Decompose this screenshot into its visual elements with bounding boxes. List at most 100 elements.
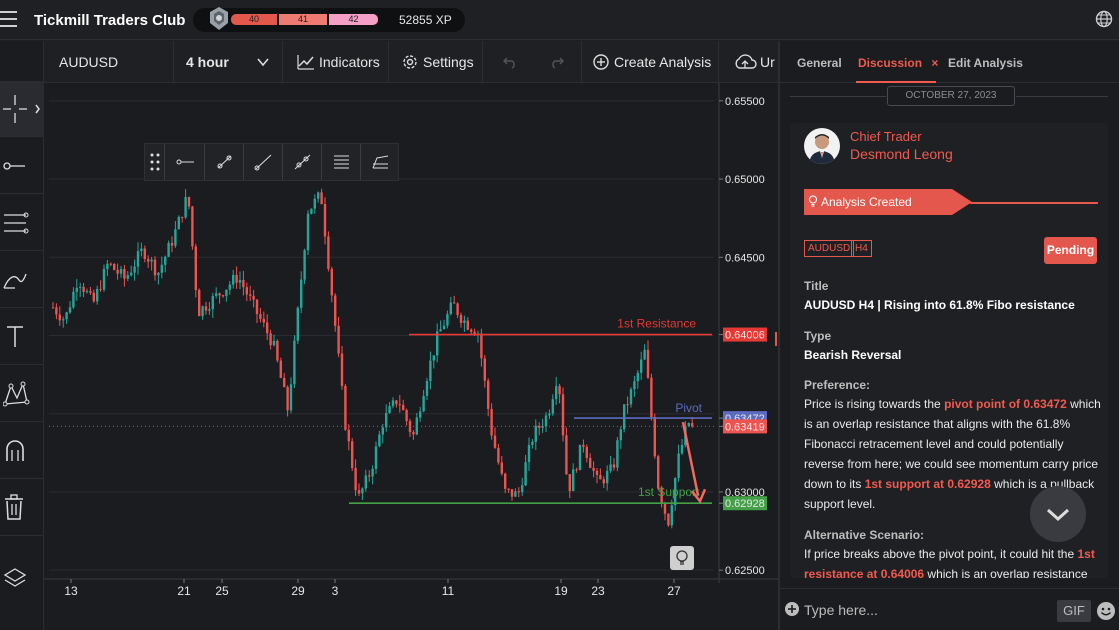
candle-body	[259, 314, 262, 319]
candle-body	[225, 289, 228, 297]
fib-tool[interactable]	[361, 144, 400, 180]
hamburger-menu-icon[interactable]	[0, 11, 18, 27]
author-role: Chief Trader	[850, 129, 922, 144]
candle-body	[650, 377, 653, 418]
horizontal-ray-tool[interactable]	[166, 144, 205, 180]
candle-body	[357, 490, 361, 494]
price-axis-label: 0.63419	[725, 421, 765, 433]
candle-body	[606, 470, 609, 484]
globe-icon[interactable]	[1095, 10, 1113, 28]
candle-body	[147, 258, 150, 262]
panel-tabs: General Discussion × Edit Analysis	[780, 41, 1119, 83]
candle-body	[245, 287, 248, 295]
magnet-tool[interactable]	[0, 423, 44, 479]
floating-line-toolbar	[144, 143, 399, 181]
layers-tool[interactable]	[0, 551, 44, 607]
author-name[interactable]: Desmond Leong	[850, 146, 953, 162]
crosshair-tool[interactable]	[0, 81, 44, 137]
support-annotation: 1st Support	[638, 485, 700, 499]
extended-line-tool[interactable]	[283, 144, 322, 180]
candle-body	[194, 246, 197, 291]
lightbulb-icon	[808, 195, 818, 207]
indicators-button[interactable]: Indicators	[284, 41, 389, 83]
title-value: AUDUSD H4 | Rising into 61.8% Fibo resis…	[804, 298, 1075, 312]
symbol-selector[interactable]: AUDUSD	[44, 41, 174, 83]
upload-button[interactable]: Ur	[720, 41, 780, 83]
scroll-down-button[interactable]	[1030, 486, 1086, 542]
candle-body	[493, 435, 497, 448]
idea-button[interactable]	[670, 546, 694, 570]
candle-body	[232, 274, 235, 285]
undo-redo-group	[484, 41, 582, 83]
candle-body	[337, 325, 340, 354]
message-input-bar: GIF	[780, 588, 1119, 630]
pattern-tool[interactable]	[0, 366, 44, 422]
date-divider	[1016, 96, 1108, 97]
date-chip: OCTOBER 27, 2023	[887, 86, 1015, 106]
trash-icon	[5, 494, 23, 520]
candle-body	[636, 372, 639, 382]
date-axis-label: 29	[291, 584, 305, 598]
candle-body	[490, 408, 493, 436]
drag-handle-icon	[150, 153, 160, 171]
ray-tool[interactable]	[244, 144, 283, 180]
pivot-annotation: Pivot	[675, 401, 702, 415]
candle-body	[459, 314, 463, 323]
timeframe-dropdown[interactable]: 4 hour	[175, 41, 283, 83]
gif-button[interactable]: GIF	[1057, 600, 1091, 622]
price-chart[interactable]: 1st Resistance Pivot 1st Support 0.65500 0.…	[44, 83, 778, 630]
channel-tool[interactable]	[322, 144, 361, 180]
tab-edit-analysis[interactable]: Edit Analysis	[948, 56, 1023, 70]
candle-body	[55, 307, 58, 315]
candle-body	[65, 312, 68, 320]
candle-body	[119, 269, 123, 274]
trend-line-tool[interactable]	[205, 144, 244, 180]
delete-tool[interactable]	[0, 480, 44, 536]
extended-line-icon	[294, 154, 311, 170]
candle-body	[201, 306, 204, 317]
parallel-lines-tool[interactable]	[0, 195, 44, 251]
tab-general[interactable]: General	[797, 56, 842, 70]
candle-body	[439, 329, 442, 332]
candle-body	[167, 243, 170, 257]
candle-body	[500, 462, 503, 474]
settings-button[interactable]: Settings	[390, 41, 483, 83]
candle-body	[334, 295, 337, 326]
plus-circle-icon[interactable]	[784, 601, 800, 617]
candle-body	[310, 208, 313, 214]
candle-body	[238, 279, 242, 283]
drawing-toolbar	[0, 41, 44, 630]
gear-icon	[403, 55, 417, 69]
redo-icon[interactable]	[549, 55, 565, 69]
horizontal-line-icon	[3, 162, 25, 170]
close-icon[interactable]: ×	[931, 56, 938, 70]
timeframe-label: 4 hour	[186, 54, 229, 70]
channel-icon	[334, 155, 349, 169]
text-tool[interactable]	[0, 309, 44, 365]
horizontal-ray-icon	[176, 159, 194, 165]
candle-body	[123, 269, 126, 279]
drag-handle[interactable]	[145, 144, 165, 180]
tab-discussion[interactable]: Discussion ×	[858, 56, 938, 70]
tab-discussion-label: Discussion	[858, 56, 923, 70]
candle-body	[374, 446, 378, 469]
magnet-icon	[6, 440, 24, 461]
candle-body	[561, 394, 565, 436]
candle-body	[116, 269, 119, 274]
create-analysis-button[interactable]: Create Analysis	[583, 41, 719, 83]
candle-body	[589, 457, 592, 468]
candle-body	[480, 333, 483, 359]
brush-tool[interactable]	[0, 252, 44, 308]
candle-body	[592, 467, 595, 471]
horizontal-line-tool[interactable]	[0, 138, 44, 194]
emoji-icon[interactable]	[1096, 601, 1116, 621]
candle-body	[432, 355, 435, 361]
support-highlight: 1st support at 0.62928	[864, 477, 991, 491]
candle-body	[646, 349, 650, 378]
indicators-label: Indicators	[319, 54, 380, 70]
undo-icon[interactable]	[502, 55, 518, 69]
message-input[interactable]	[804, 599, 1044, 621]
title-label: Title	[804, 279, 829, 293]
candle-body	[609, 464, 612, 471]
ray-icon	[254, 154, 272, 171]
